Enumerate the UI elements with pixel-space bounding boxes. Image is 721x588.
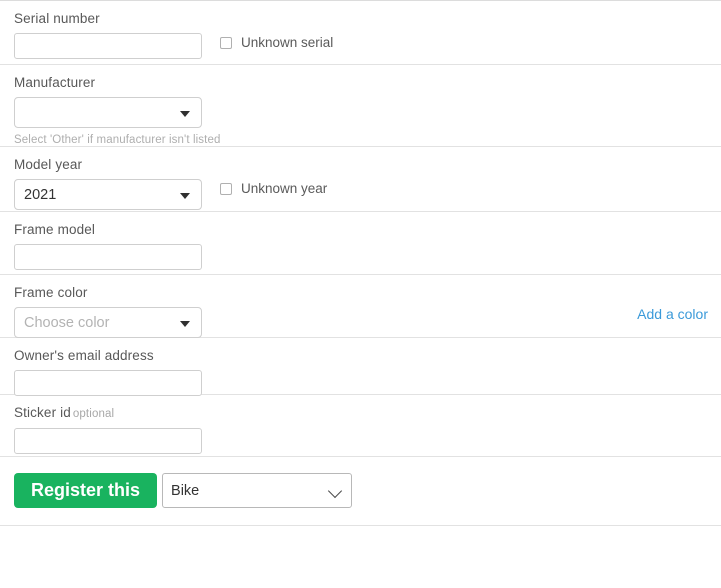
field-row-sticker-id: Sticker id optional xyxy=(0,395,721,457)
owner-email-label: Owner's email address xyxy=(14,348,154,363)
field-row-owner-email: Owner's email address xyxy=(0,338,721,396)
registration-type-select[interactable]: Bike xyxy=(162,473,353,508)
sticker-id-label-text: Sticker id xyxy=(14,405,71,420)
unknown-year-checkbox[interactable] xyxy=(220,182,232,195)
manufacturer-field-group: Manufacturer Select 'Other' if manufactu… xyxy=(14,74,220,146)
serial-number-field-group: Serial number xyxy=(14,10,202,59)
chevron-down-icon xyxy=(180,320,190,327)
chevron-down-icon xyxy=(180,192,190,199)
sticker-id-field-group: Sticker id optional xyxy=(14,404,202,454)
bike-registration-form: Serial number Unknown serial Manufacture… xyxy=(0,0,721,526)
sticker-id-input[interactable] xyxy=(14,428,202,454)
field-row-manufacturer: Manufacturer Select 'Other' if manufactu… xyxy=(0,65,721,147)
field-row-frame-color: Frame color Choose color Add a color xyxy=(0,275,721,338)
register-this-button[interactable]: Register this xyxy=(14,473,158,508)
field-row-serial-number: Serial number Unknown serial xyxy=(0,1,721,65)
serial-number-label: Serial number xyxy=(14,11,100,26)
frame-color-select-value: Choose color xyxy=(24,314,110,331)
frame-color-select[interactable]: Choose color xyxy=(14,307,202,338)
unknown-year-checkbox-label[interactable]: Unknown year xyxy=(241,181,327,196)
owner-email-input[interactable] xyxy=(14,370,202,396)
model-year-select[interactable]: 2021 xyxy=(14,179,202,210)
unknown-serial-checkbox[interactable] xyxy=(220,36,232,49)
owner-email-field-group: Owner's email address xyxy=(14,347,202,396)
manufacturer-select[interactable] xyxy=(14,97,202,128)
chevron-down-icon xyxy=(180,110,190,117)
field-row-model-year: Model year 2021 Unknown year xyxy=(0,147,721,212)
frame-model-input[interactable] xyxy=(14,244,202,270)
unknown-serial-checkbox-group[interactable]: Unknown serial xyxy=(220,10,333,50)
field-row-frame-model: Frame model xyxy=(0,212,721,275)
sticker-id-label: Sticker id optional xyxy=(14,404,202,423)
frame-model-label: Frame model xyxy=(14,222,96,237)
frame-color-field-group: Frame color Choose color xyxy=(14,284,202,338)
registration-type-select-wrapper: Bike xyxy=(157,473,353,508)
frame-color-label: Frame color xyxy=(14,285,88,300)
serial-number-input[interactable] xyxy=(14,33,202,59)
unknown-year-checkbox-group[interactable]: Unknown year xyxy=(220,156,327,196)
model-year-field-group: Model year 2021 xyxy=(14,156,202,210)
submit-bar: Register this Bike xyxy=(0,457,721,526)
unknown-serial-checkbox-label[interactable]: Unknown serial xyxy=(241,35,333,50)
manufacturer-hint: Select 'Other' if manufacturer isn't lis… xyxy=(14,134,221,146)
sticker-id-optional-tag: optional xyxy=(72,408,115,420)
manufacturer-label: Manufacturer xyxy=(14,75,96,90)
frame-model-field-group: Frame model xyxy=(14,221,202,270)
model-year-label: Model year xyxy=(14,157,83,172)
model-year-select-value: 2021 xyxy=(24,186,57,203)
add-a-color-link[interactable]: Add a color xyxy=(637,306,708,322)
